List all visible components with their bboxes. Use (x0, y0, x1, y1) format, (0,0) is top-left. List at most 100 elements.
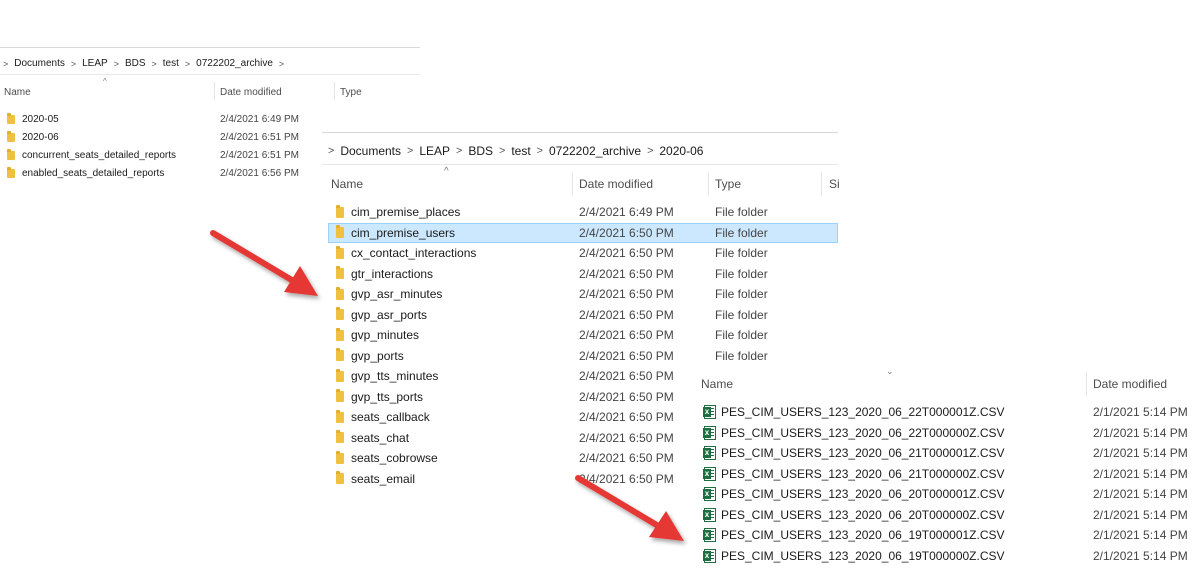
list-item[interactable]: PES_CIM_USERS_123_2020_06_20T000000Z.CSV… (690, 505, 1200, 526)
list-item[interactable]: gvp_ports 2/4/2021 6:50 PM File folder (328, 346, 838, 367)
folder-icon (336, 471, 344, 485)
file-name: gvp_asr_minutes (351, 287, 443, 302)
list-item[interactable]: PES_CIM_USERS_123_2020_06_22T000001Z.CSV… (690, 402, 1200, 423)
column-divider[interactable] (708, 172, 709, 196)
window-top-edge (0, 47, 420, 48)
list-item[interactable]: PES_CIM_USERS_123_2020_06_21T000000Z.CSV… (690, 464, 1200, 485)
breadcrumb-bds[interactable]: BDS (125, 58, 146, 69)
column-header-date[interactable]: Date modified (1093, 377, 1167, 391)
column-header-name[interactable]: Name (331, 177, 363, 191)
breadcrumb-documents[interactable]: Documents (14, 58, 65, 69)
file-date: 2/4/2021 6:50 PM (579, 410, 674, 425)
breadcrumb-test[interactable]: test (163, 58, 179, 69)
breadcrumb-bds[interactable]: BDS (468, 144, 493, 158)
breadcrumb-archive[interactable]: 0722202_archive (549, 144, 641, 158)
file-date: 2/1/2021 5:14 PM (1093, 405, 1188, 420)
list-item[interactable]: enabled_seats_detailed_reports 2/4/2021 … (0, 164, 330, 182)
column-header-name[interactable]: Name (4, 87, 31, 98)
file-name: seats_chat (351, 430, 410, 445)
folder-icon (336, 204, 344, 218)
excel-csv-icon (703, 405, 716, 420)
column-header-type[interactable]: Type (340, 87, 362, 98)
column-header-date[interactable]: Date modified (579, 177, 653, 191)
breadcrumb[interactable]: > Documents > LEAP > BDS > test > 072220… (328, 144, 703, 158)
file-date: 2/4/2021 6:50 PM (579, 451, 674, 466)
breadcrumb-separator-icon: > (647, 145, 654, 157)
column-divider[interactable] (214, 82, 215, 100)
column-header-size[interactable]: Si (829, 177, 840, 191)
list-item[interactable]: PES_CIM_USERS_123_2020_06_22T000000Z.CSV… (690, 423, 1200, 444)
file-date: 2/4/2021 6:50 PM (579, 348, 674, 363)
file-name: 2020-06 (22, 131, 59, 143)
list-item[interactable]: PES_CIM_USERS_123_2020_06_19T000001Z.CSV… (690, 525, 1200, 546)
file-date: 2/4/2021 6:50 PM (579, 430, 674, 445)
excel-csv-icon (703, 466, 716, 481)
list-item[interactable]: PES_CIM_USERS_123_2020_06_20T000001Z.CSV… (690, 484, 1200, 505)
file-date: 2/4/2021 6:51 PM (220, 131, 299, 143)
list-item[interactable]: gvp_asr_ports 2/4/2021 6:50 PM File fold… (328, 305, 838, 326)
breadcrumb-leap[interactable]: LEAP (82, 58, 108, 69)
sort-chevron-down-icon: ⌄ (886, 366, 894, 376)
list-item[interactable]: 2020-06 2/4/2021 6:51 PM (0, 128, 330, 146)
list-item[interactable]: PES_CIM_USERS_123_2020_06_21T000001Z.CSV… (690, 443, 1200, 464)
column-header-type[interactable]: Type (715, 177, 741, 191)
file-date: 2/4/2021 6:50 PM (579, 287, 674, 302)
file-name: seats_email (351, 471, 416, 486)
folder-icon (336, 409, 344, 423)
breadcrumb-test[interactable]: test (511, 144, 530, 158)
breadcrumb-separator-icon: > (536, 145, 543, 157)
breadcrumb[interactable]: > Documents > LEAP > BDS > test > 072220… (3, 58, 290, 69)
list-item-selected[interactable]: cim_premise_users 2/4/2021 6:50 PM File … (328, 222, 838, 243)
folder-icon (336, 430, 344, 444)
column-divider[interactable] (1086, 372, 1087, 396)
file-name: PES_CIM_USERS_123_2020_06_19T000001Z.CSV (721, 528, 1005, 543)
file-name: cim_premise_places (351, 205, 461, 220)
file-name: seats_cobrowse (351, 451, 438, 466)
list-item[interactable]: gvp_asr_minutes 2/4/2021 6:50 PM File fo… (328, 284, 838, 305)
breadcrumb-leap[interactable]: LEAP (419, 144, 450, 158)
column-divider[interactable] (821, 172, 822, 196)
file-type: File folder (715, 328, 768, 343)
list-item[interactable]: cim_premise_places 2/4/2021 6:49 PM File… (328, 202, 838, 223)
file-type: File folder (715, 307, 768, 322)
breadcrumb-documents[interactable]: Documents (340, 144, 401, 158)
breadcrumb-chevron-icon[interactable]: > (328, 145, 334, 157)
list-item[interactable]: gvp_minutes 2/4/2021 6:50 PM File folder (328, 325, 838, 346)
file-name: gvp_ports (351, 348, 404, 363)
breadcrumb-2020-06[interactable]: 2020-06 (659, 144, 703, 158)
file-name: 2020-05 (22, 113, 59, 125)
breadcrumb-separator-icon: > (151, 58, 157, 69)
list-item[interactable]: concurrent_seats_detailed_reports 2/4/20… (0, 146, 330, 164)
list-item[interactable]: cx_contact_interactions 2/4/2021 6:50 PM… (328, 243, 838, 264)
list-item[interactable]: gtr_interactions 2/4/2021 6:50 PM File f… (328, 264, 838, 285)
file-name: PES_CIM_USERS_123_2020_06_20T000001Z.CSV (721, 487, 1005, 502)
column-divider[interactable] (572, 172, 573, 196)
file-date: 2/4/2021 6:50 PM (579, 266, 674, 281)
breadcrumb-dropdown-icon[interactable]: > (279, 59, 284, 69)
file-type: File folder (715, 225, 768, 240)
excel-csv-icon (703, 548, 716, 563)
file-name: PES_CIM_USERS_123_2020_06_20T000000Z.CSV (721, 507, 1005, 522)
file-name: seats_callback (351, 410, 430, 425)
red-arrow-icon (210, 230, 318, 296)
breadcrumb-archive[interactable]: 0722202_archive (196, 58, 273, 69)
list-item[interactable]: PES_CIM_USERS_123_2020_06_19T000000Z.CSV… (690, 546, 1200, 567)
breadcrumb-separator-icon: > (407, 145, 414, 157)
file-date: 2/4/2021 6:49 PM (579, 205, 674, 220)
excel-csv-icon (703, 487, 716, 502)
column-divider[interactable] (334, 82, 335, 100)
file-date: 2/1/2021 5:14 PM (1093, 466, 1188, 481)
breadcrumb-separator-icon: > (70, 58, 77, 69)
folder-icon (336, 225, 344, 239)
column-header-name[interactable]: Name (701, 377, 733, 391)
list-item[interactable]: 2020-05 2/4/2021 6:49 PM (0, 110, 330, 128)
excel-csv-icon (703, 507, 716, 522)
file-date: 2/4/2021 6:50 PM (579, 369, 674, 384)
file-date: 2/4/2021 6:50 PM (579, 471, 674, 486)
sort-chevron-up-icon: ^ (103, 77, 107, 86)
folder-icon (336, 286, 344, 300)
breadcrumb-chevron-icon[interactable]: > (3, 59, 8, 69)
file-date: 2/1/2021 5:14 PM (1093, 425, 1188, 440)
file-date: 2/1/2021 5:14 PM (1093, 446, 1188, 461)
column-header-date[interactable]: Date modified (220, 87, 282, 98)
